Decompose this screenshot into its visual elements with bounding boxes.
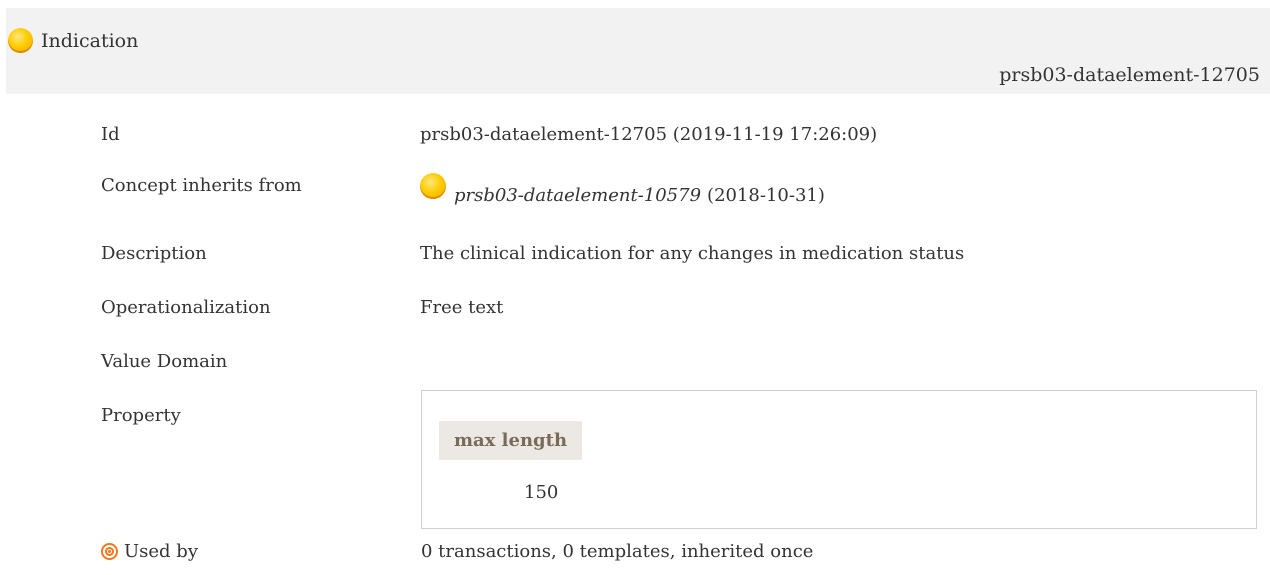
concept-identifier: prsb03-dataelement-12705 xyxy=(999,64,1260,86)
inherits-label: Concept inherits from xyxy=(101,175,302,196)
inherited-concept-dot-icon xyxy=(420,172,446,199)
description-row: Description The clinical indication for … xyxy=(101,243,1261,264)
inherits-value: prsb03-dataelement-10579 (2018-10-31) xyxy=(420,172,1261,206)
value-domain-row: Value Domain xyxy=(101,351,1261,372)
used-by-label: Used by xyxy=(124,541,198,562)
used-by-value: 0 transactions, 0 templates, inherited o… xyxy=(421,541,814,562)
concept-title: Indication xyxy=(41,29,139,52)
operationalization-row: Operationalization Free text xyxy=(101,297,1261,318)
concept-status-dot-icon xyxy=(8,28,33,53)
concept-header: Indication prsb03-dataelement-12705 xyxy=(6,8,1270,94)
description-value: The clinical indication for any changes … xyxy=(420,243,965,264)
property-label: Property xyxy=(101,405,181,426)
id-label: Id xyxy=(101,124,120,145)
property-table: max length 150 xyxy=(421,390,1257,529)
id-value: prsb03-dataelement-12705 (2019-11-19 17:… xyxy=(420,124,878,145)
value-domain-label: Value Domain xyxy=(101,351,228,372)
operationalization-value: Free text xyxy=(420,297,504,318)
used-by-row: 0 transactions, 0 templates, inherited o… xyxy=(421,541,1251,562)
id-row: Id prsb03-dataelement-12705 (2019-11-19 … xyxy=(101,124,1261,145)
target-icon xyxy=(101,543,118,560)
concept-title-row[interactable]: Indication xyxy=(8,28,138,53)
max-length-header: max length xyxy=(439,421,582,460)
inherited-concept-date: (2018-10-31) xyxy=(707,185,825,206)
inherited-concept-link[interactable]: prsb03-dataelement-10579 xyxy=(454,185,701,206)
operationalization-label: Operationalization xyxy=(101,297,271,318)
used-by-label-group[interactable]: Used by xyxy=(101,541,198,562)
max-length-value: 150 xyxy=(524,482,559,503)
inherits-row: Concept inherits from prsb03-dataelement… xyxy=(101,172,1261,206)
description-label: Description xyxy=(101,243,207,264)
